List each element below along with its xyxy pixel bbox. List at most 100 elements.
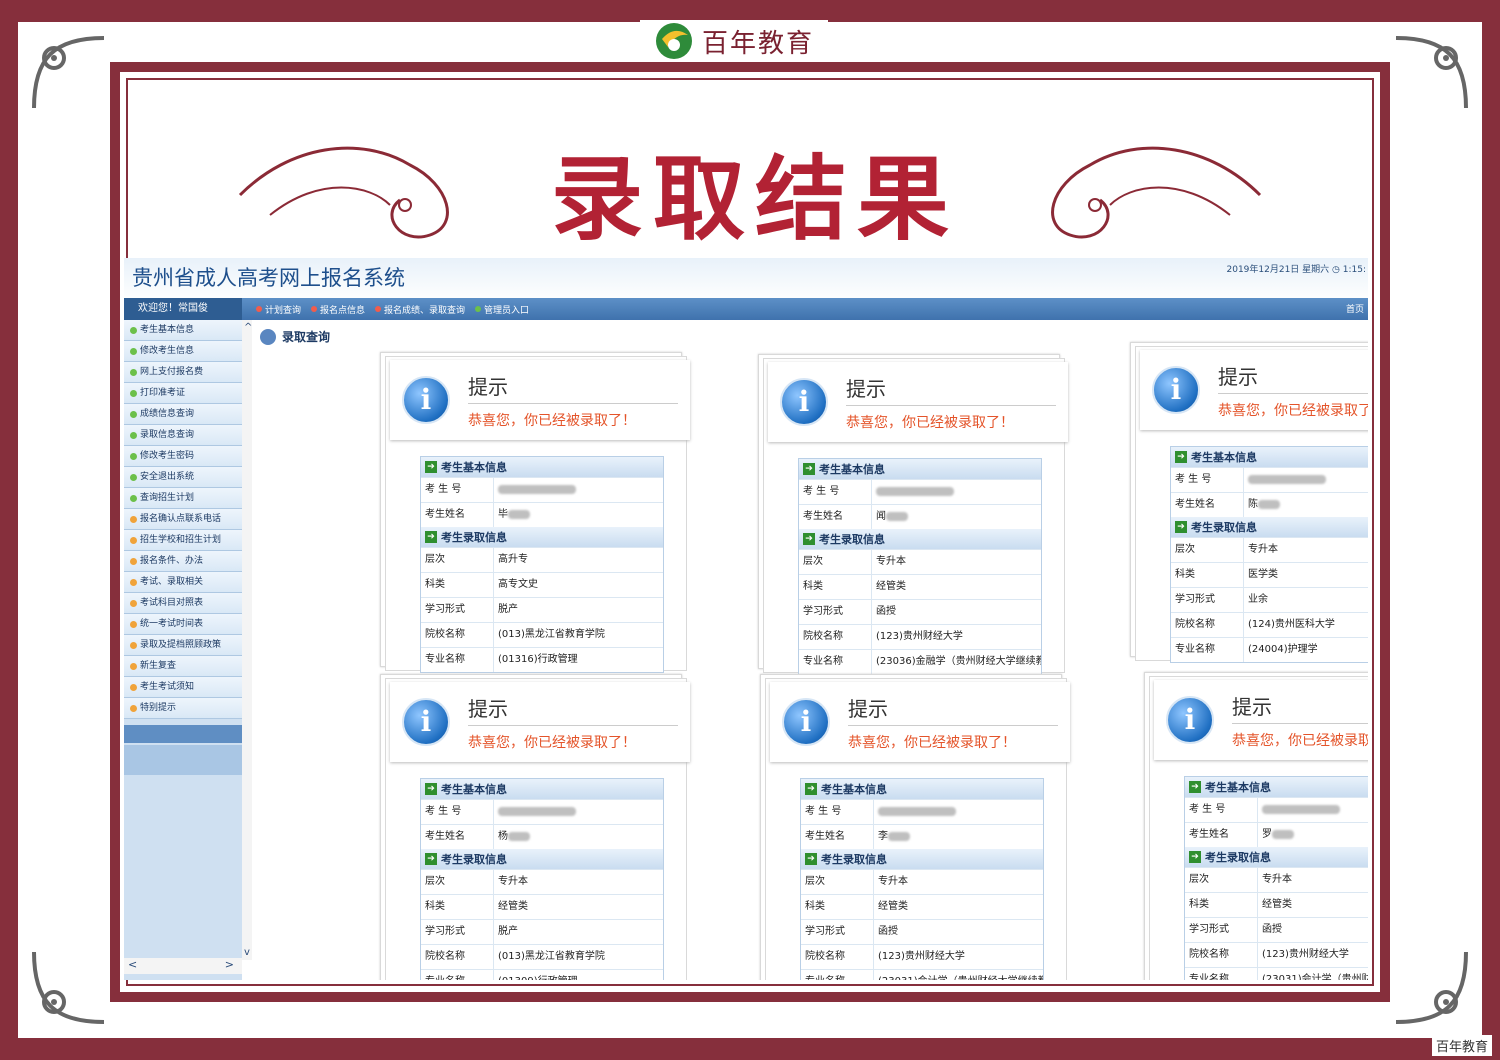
sidebar-item[interactable]: 成绩信息查询 [124, 404, 242, 425]
table-row: 专业名称(23031)会计学（贵州财经大学继续教育学院本部） [801, 969, 1043, 980]
student-name: 罗 [1262, 829, 1272, 840]
row-label: 层次 [1185, 868, 1258, 892]
sidebar-item[interactable]: 特别提示 [124, 698, 242, 719]
table-row: 科类 高专文史 [421, 572, 663, 597]
sidebar-item-label: 打印准考证 [140, 388, 186, 398]
row-value: 经管类 [498, 901, 528, 912]
section-admit: ➔ 考生录取信息 [799, 529, 1041, 549]
sidebar-item[interactable]: 网上支付报名费 [124, 362, 242, 383]
section-admit: ➔ 考生录取信息 [1185, 847, 1368, 867]
row-label: 院校名称 [421, 945, 494, 969]
section-label: 考生录取信息 [441, 531, 507, 544]
table-row: 科类 经管类 [421, 894, 663, 919]
sidebar-item[interactable]: 打印准考证 [124, 383, 242, 404]
arrow-icon: ➔ [425, 531, 437, 543]
system-screenshot: 贵州省成人高考网上报名系统 2019年12月21日 星期六 ◷ 1:15: 欢迎… [124, 258, 1368, 980]
bullet-icon [256, 306, 262, 312]
row-label: 考生姓名 [421, 825, 494, 849]
info-table: ➔ 考生基本信息 考 生 号 考生姓名陈 ➔ 考生录取信息 层次 专升本 科类 医学类 … [1170, 446, 1368, 663]
table-row: 学习形式 函授 [1185, 917, 1368, 942]
arrow-icon: ➔ [1175, 521, 1187, 533]
sidebar-item-label: 特别提示 [140, 703, 177, 713]
sidebar-item[interactable]: 报名确认点联系电话 [124, 509, 242, 530]
top-nav: 欢迎您！常国俊 计划查询 报名点信息 报名成绩、录取查询 管理员入口 首页 [124, 298, 1368, 320]
redacted-value [508, 509, 530, 519]
tip-box: i 提示 恭喜您，你已经被录取了！ [390, 682, 690, 762]
sidebar-item[interactable]: 报名条件、办法 [124, 551, 242, 572]
admission-card: i 提示 恭喜您，你已经被录取了！ ➔ 考生基本信息 考 生 号 考生姓名李 ➔ 考… [760, 674, 1070, 980]
info-table: ➔ 考生基本信息 考 生 号 考生姓名毕 ➔ 考生录取信息 层次 高升专 科类 高专文史… [420, 456, 664, 673]
nav-link-score[interactable]: 报名成绩、录取查询 [375, 303, 465, 316]
table-row: 科类 经管类 [1185, 892, 1368, 917]
bullet-icon [130, 452, 137, 460]
row-label: 考 生 号 [421, 478, 494, 502]
sidebar-item-label: 新生复查 [140, 661, 177, 671]
sidebar-item[interactable]: 新生复查 [124, 656, 242, 677]
table-row: 院校名称 (124)贵州医科大学 [1171, 612, 1368, 637]
sidebar-item[interactable]: 修改考生信息 [124, 341, 242, 362]
sidebar-item[interactable]: 安全退出系统 [124, 467, 242, 488]
sidebar-item[interactable]: 修改考生密码 [124, 446, 242, 467]
sidebar-item[interactable]: 考生考试须知 [124, 677, 242, 698]
tip-box: i 提示 恭喜您，你已经被录取了！ [768, 362, 1068, 442]
section-admit: ➔ 考生录取信息 [421, 849, 663, 869]
row-label: 科类 [421, 573, 494, 597]
nav-link-plan[interactable]: 计划查询 [256, 303, 301, 316]
sidebar-item[interactable]: 查询招生计划 [124, 488, 242, 509]
redacted-value [876, 486, 954, 496]
nav-link-site[interactable]: 报名点信息 [311, 303, 365, 316]
section-admit: ➔ 考生录取信息 [801, 849, 1043, 869]
nav-link-admin[interactable]: 管理员入口 [475, 303, 529, 316]
row-label: 院校名称 [801, 945, 874, 969]
sidebar: 考生基本信息 修改考生信息 网上支付报名费打印准考证成绩信息查询录取信息查询修改考生… [124, 320, 242, 980]
table-row: 科类 经管类 [799, 574, 1041, 599]
sidebar-item[interactable]: 统一考试时间表 [124, 614, 242, 635]
arrow-icon: ➔ [1175, 451, 1187, 463]
sidebar-item[interactable]: 考试、录取相关 [124, 572, 242, 593]
student-name: 李 [878, 831, 888, 842]
info-icon: i [402, 698, 450, 746]
table-row: 学习形式 脱产 [421, 597, 663, 622]
table-row: 考 生 号 [801, 799, 1043, 824]
main-content: 录取查询 i 提示 恭喜您，你已经被录取了！ ➔ 考生基本信息 考 生 号 考生姓… [252, 320, 1368, 980]
tip-message: 恭喜您，你已经被录取了！ [846, 414, 1014, 431]
row-label: 考 生 号 [1171, 468, 1244, 492]
bullet-icon [130, 326, 137, 334]
student-name: 陈 [1248, 499, 1258, 510]
section-label: 考生录取信息 [1191, 521, 1257, 534]
sidebar-scrollbar[interactable]: ^ v [242, 320, 252, 960]
info-icon: i [1152, 366, 1200, 414]
sidebar-hscrollbar[interactable]: < > [124, 958, 242, 974]
row-value: 高升专 [498, 554, 528, 565]
section-basic: ➔ 考生基本信息 [1171, 447, 1368, 467]
section-basic: ➔ 考生基本信息 [421, 457, 663, 477]
tip-box: i 提示 恭喜您，你已经被录取了！ [390, 360, 690, 440]
sidebar-item[interactable]: 录取及提档照顾政策 [124, 635, 242, 656]
table-row: 考生姓名罗 [1185, 822, 1368, 847]
row-value: 经管类 [876, 581, 906, 592]
sidebar-item[interactable]: 考试科目对照表 [124, 593, 242, 614]
row-value: 函授 [878, 926, 898, 937]
table-row: 考 生 号 [421, 477, 663, 502]
sidebar-item[interactable]: 考生基本信息 [124, 320, 242, 341]
row-label: 科类 [799, 575, 872, 599]
bullet-icon [130, 704, 137, 712]
section-basic: ➔ 考生基本信息 [799, 459, 1041, 479]
sidebar-item[interactable]: 录取信息查询 [124, 425, 242, 446]
nav-home[interactable]: 首页 [1346, 302, 1364, 315]
sidebar-item[interactable]: 招生学校和招生计划 [124, 530, 242, 551]
student-name: 杨 [498, 831, 508, 842]
tip-title: 提示 [468, 371, 678, 404]
table-row: 院校名称 (123)贵州财经大学 [799, 624, 1041, 649]
sidebar-item-label: 修改考生密码 [140, 451, 195, 461]
row-value: (23031)会计学（贵州财经大学继续教育学院本部） [874, 970, 1043, 980]
system-header: 贵州省成人高考网上报名系统 2019年12月21日 星期六 ◷ 1:15: [124, 258, 1368, 298]
bullet-icon [375, 306, 382, 312]
info-icon: i [782, 698, 830, 746]
table-row: 考生姓名杨 [421, 824, 663, 849]
sidebar-item-label: 查询招生计划 [140, 493, 195, 503]
redacted-value [1258, 499, 1280, 509]
row-value: 医学类 [1248, 569, 1278, 580]
sidebar-item-label: 成绩信息查询 [140, 409, 195, 419]
bullet-icon [311, 306, 318, 312]
